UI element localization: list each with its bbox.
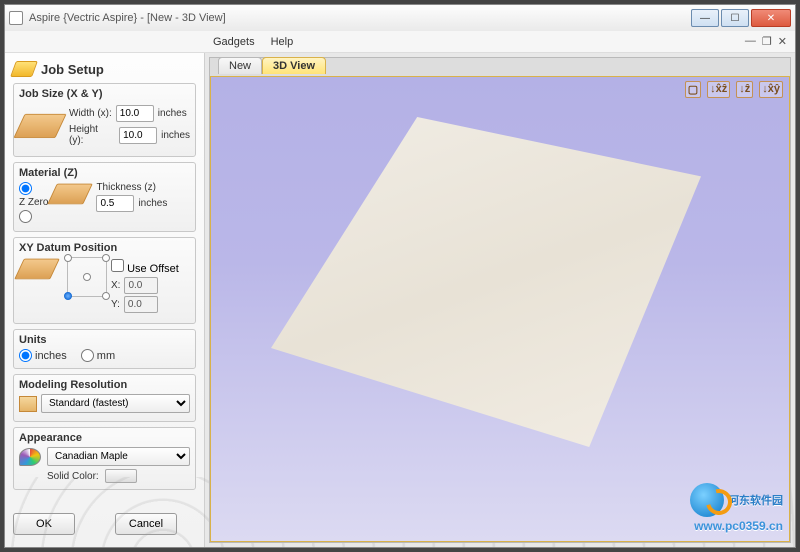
datum-top-left[interactable] (64, 254, 72, 262)
doc-minimize-button[interactable]: — (745, 35, 756, 48)
height-units: inches (161, 130, 190, 141)
z-zero-radios: Z Zero (19, 182, 48, 223)
group-resolution: Modeling Resolution Standard (fastest) (13, 374, 196, 422)
datum-center[interactable] (83, 273, 91, 281)
watermark-url: www.pc0359.cn (694, 519, 783, 533)
tab-3d-view[interactable]: 3D View (262, 57, 326, 74)
group-title-appearance: Appearance (19, 432, 190, 444)
view-xz-icon[interactable]: ↓x̂ẑ (707, 81, 730, 98)
datum-x-input (124, 277, 158, 294)
group-title-resolution: Modeling Resolution (19, 379, 190, 391)
thickness-units: inches (138, 198, 167, 209)
group-title-job-size: Job Size (X & Y) (19, 88, 190, 100)
group-datum: XY Datum Position Use Offset (13, 237, 196, 324)
solid-color-swatch[interactable] (105, 469, 137, 483)
doc-restore-button[interactable]: ❐ (762, 35, 772, 48)
resolution-icon (19, 396, 37, 412)
group-units: Units inches mm (13, 329, 196, 369)
group-appearance: Appearance Canadian Maple Solid Color: (13, 427, 196, 490)
units-inches-radio[interactable]: inches (19, 349, 67, 362)
job-setup-icon (10, 61, 38, 77)
menubar: Gadgets Help — ❐ ✕ (5, 31, 795, 53)
z-zero-label: Z Zero (19, 197, 48, 208)
group-material: Material (Z) Z Zero Thickness (z) inches (13, 162, 196, 232)
job-size-graphic (13, 113, 66, 137)
thickness-label: Thickness (z) (96, 182, 167, 193)
window-buttons: — ☐ ✕ (689, 9, 791, 27)
doc-window-buttons: — ❐ ✕ (745, 35, 787, 48)
maximize-button[interactable]: ☐ (721, 9, 749, 27)
window-title: Aspire {Vectric Aspire} - [New - 3D View… (29, 12, 689, 24)
resolution-select[interactable]: Standard (fastest) (41, 394, 190, 413)
use-offset-checkbox[interactable]: Use Offset (111, 259, 179, 275)
panel-title: Job Setup (41, 62, 104, 77)
sidebar-panel: Job Setup Job Size (X & Y) Width (x): in… (5, 53, 205, 547)
watermark: 河东软件园 www.pc0359.cn (690, 483, 783, 535)
solid-color-label: Solid Color: (47, 471, 99, 482)
datum-bottom-left[interactable] (64, 292, 72, 300)
material-graphic (48, 184, 94, 205)
view-iso-icon[interactable]: ▢ (685, 81, 701, 98)
datum-graphic (14, 259, 60, 280)
datum-position-grid[interactable] (67, 257, 107, 297)
watermark-icon (690, 483, 724, 517)
tab-new[interactable]: New (218, 57, 262, 74)
material-plane (271, 117, 701, 447)
doc-close-button[interactable]: ✕ (778, 35, 787, 48)
datum-x-label: X: (111, 280, 120, 291)
datum-top-right[interactable] (102, 254, 110, 262)
ok-button[interactable]: OK (13, 513, 75, 535)
thickness-input[interactable] (96, 195, 134, 212)
app-window: Aspire {Vectric Aspire} - [New - 3D View… (4, 4, 796, 548)
watermark-text: 河东软件园 (728, 495, 783, 507)
group-title-material: Material (Z) (19, 167, 190, 179)
height-input[interactable] (119, 127, 157, 144)
view-tabs: New 3D View (218, 57, 326, 74)
menu-help[interactable]: Help (263, 34, 302, 50)
panel-header: Job Setup (13, 57, 196, 83)
dialog-buttons: OK Cancel (13, 509, 196, 543)
palette-icon (19, 448, 41, 466)
close-button[interactable]: ✕ (751, 9, 791, 27)
content-area: Job Setup Job Size (X & Y) Width (x): in… (5, 53, 795, 547)
cancel-button[interactable]: Cancel (115, 513, 177, 535)
appearance-select[interactable]: Canadian Maple (47, 447, 190, 466)
datum-y-label: Y: (111, 299, 120, 310)
z-zero-bottom-radio[interactable] (19, 210, 48, 223)
view-yz-icon[interactable]: ↓ẑ (736, 81, 753, 98)
group-job-size: Job Size (X & Y) Width (x): inches Heigh… (13, 83, 196, 157)
titlebar: Aspire {Vectric Aspire} - [New - 3D View… (5, 5, 795, 31)
units-mm-radio[interactable]: mm (81, 349, 115, 362)
width-label: Width (x): (69, 108, 112, 119)
group-title-datum: XY Datum Position (19, 242, 190, 254)
app-icon (9, 11, 23, 25)
minimize-button[interactable]: — (691, 9, 719, 27)
width-units: inches (158, 108, 187, 119)
width-input[interactable] (116, 105, 154, 122)
z-zero-top-radio[interactable] (19, 182, 48, 195)
view-xy-icon[interactable]: ↓x̂ŷ (759, 81, 783, 98)
view-orientation-icons: ▢ ↓x̂ẑ ↓ẑ ↓x̂ŷ (685, 81, 783, 98)
menu-gadgets[interactable]: Gadgets (205, 34, 263, 50)
datum-y-input (124, 296, 158, 313)
viewport-3d[interactable]: ▢ ↓x̂ẑ ↓ẑ ↓x̂ŷ 河东软件园 www.pc0359.cn (210, 76, 790, 542)
datum-bottom-right[interactable] (102, 292, 110, 300)
view-area: New 3D View ▢ ↓x̂ẑ ↓ẑ ↓x̂ŷ 河东软件园 www.pc0… (209, 57, 791, 543)
height-label: Height (y): (69, 124, 115, 146)
group-title-units: Units (19, 334, 190, 346)
